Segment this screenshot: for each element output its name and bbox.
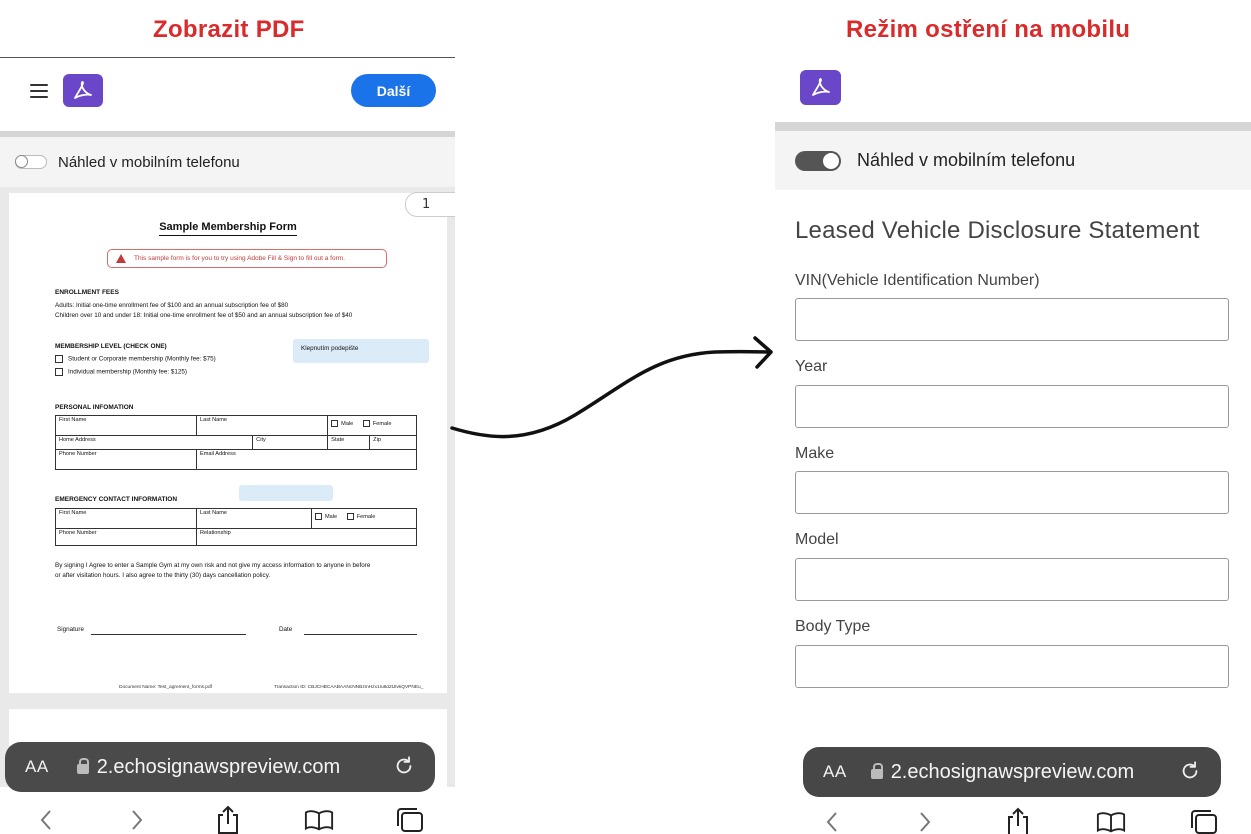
agreement-text: or after visitation hours. I also agree … bbox=[55, 572, 271, 579]
forward-icon[interactable] bbox=[122, 805, 152, 834]
vin-input[interactable] bbox=[795, 298, 1229, 341]
left-caption: Zobrazit PDF bbox=[153, 16, 305, 43]
back-icon[interactable] bbox=[31, 805, 61, 834]
right-phone-screen: Náhled v mobilním telefonu Leased Vehicl… bbox=[775, 57, 1251, 834]
lock-icon bbox=[76, 758, 89, 774]
date-label: Date bbox=[279, 626, 293, 633]
tabs-icon[interactable] bbox=[395, 805, 425, 834]
mobile-preview-row: Náhled v mobilním telefonu bbox=[775, 122, 1251, 190]
female-checkbox[interactable] bbox=[346, 513, 354, 520]
tap-to-sign-field[interactable]: Klepnutím podepište bbox=[293, 339, 429, 363]
personal-info-table: First Name Last Name Male Female Home Ad… bbox=[54, 415, 417, 470]
phone-cell[interactable]: Phone Number bbox=[55, 528, 197, 546]
enrollment-line: Adults: Initial one-time enrollment fee … bbox=[55, 302, 289, 309]
pdf-notice: This sample form is for you to try using… bbox=[107, 249, 387, 268]
year-label: Year bbox=[795, 358, 828, 375]
footer-document-name: Document Name: Test_agrement_forms.pdf bbox=[119, 685, 212, 690]
pdf-title: Sample Membership Form bbox=[9, 221, 447, 236]
pdf-page: Sample Membership Form This sample form … bbox=[9, 193, 447, 693]
share-icon[interactable] bbox=[213, 805, 243, 834]
forward-icon[interactable] bbox=[910, 807, 940, 834]
emergency-heading: EMERGENCY CONTACT INFORMATION bbox=[55, 496, 178, 503]
tabs-icon[interactable] bbox=[1189, 807, 1219, 834]
agreement-text: By signing I Agree to enter a Sample Gym… bbox=[55, 562, 371, 569]
model-input[interactable] bbox=[795, 558, 1229, 601]
text-size-button[interactable]: AA bbox=[823, 762, 847, 782]
highlighted-field[interactable] bbox=[239, 485, 333, 501]
city-cell[interactable]: City bbox=[252, 435, 329, 450]
browser-toolbar bbox=[0, 800, 455, 834]
back-icon[interactable] bbox=[817, 807, 847, 834]
body-type-label: Body Type bbox=[795, 618, 871, 635]
checkbox[interactable] bbox=[55, 368, 63, 376]
mobile-preview-toggle[interactable] bbox=[795, 150, 841, 171]
bookmarks-icon[interactable] bbox=[1096, 807, 1126, 834]
mobile-preview-toggle[interactable] bbox=[15, 155, 47, 169]
enrollment-line: Children over 10 and under 18: Initial o… bbox=[55, 312, 353, 319]
acrobat-logo-icon bbox=[63, 74, 103, 107]
mobile-form: Leased Vehicle Disclosure Statement VIN(… bbox=[775, 190, 1251, 750]
state-cell[interactable]: State bbox=[327, 435, 371, 450]
page-number-badge: 1 bbox=[405, 192, 455, 217]
address-bar[interactable]: AA 2.echosignawspreview.com bbox=[5, 742, 435, 792]
membership-option: Individual membership (Monthly fee: $125… bbox=[55, 368, 187, 376]
male-checkbox[interactable] bbox=[331, 420, 339, 427]
home-address-cell[interactable]: Home Address bbox=[54, 435, 254, 450]
mobile-preview-label: Náhled v mobilním telefonu bbox=[857, 150, 1076, 170]
year-input[interactable] bbox=[795, 385, 1229, 428]
membership-heading: MEMBERSHIP LEVEL (CHECK ONE) bbox=[55, 343, 167, 350]
pdf-viewer[interactable]: Sample Membership Form This sample form … bbox=[0, 187, 455, 789]
phone-cell[interactable]: Phone Number bbox=[55, 449, 197, 470]
enrollment-heading: ENROLLMENT FEES bbox=[55, 289, 119, 296]
personal-heading: PERSONAL INFOMATION bbox=[55, 404, 134, 411]
gender-cell: Male Female bbox=[327, 415, 417, 436]
male-checkbox[interactable] bbox=[315, 513, 322, 520]
make-input[interactable] bbox=[795, 471, 1229, 514]
reload-icon[interactable] bbox=[1179, 760, 1201, 782]
transition-arrow-icon bbox=[450, 336, 773, 439]
checkbox[interactable] bbox=[55, 355, 63, 363]
mobile-preview-label: Náhled v mobilním telefonu bbox=[58, 153, 240, 171]
first-name-cell[interactable]: First Name bbox=[55, 508, 197, 529]
reload-icon[interactable] bbox=[393, 755, 415, 777]
signature-line[interactable] bbox=[91, 634, 246, 635]
emergency-contact-table: First Name Last Name Male Female Phone N… bbox=[55, 508, 417, 546]
acrobat-logo-icon bbox=[800, 70, 841, 105]
email-cell[interactable]: Email Address bbox=[196, 449, 417, 470]
last-name-cell[interactable]: Last Name bbox=[195, 415, 329, 436]
signature-label: Signature bbox=[57, 626, 84, 633]
lock-icon bbox=[870, 763, 883, 779]
zip-cell[interactable]: Zip bbox=[369, 435, 417, 450]
url-text: 2.echosignawspreview.com bbox=[890, 760, 1135, 783]
first-name-cell[interactable]: First Name bbox=[55, 415, 197, 436]
last-name-cell[interactable]: Last Name bbox=[196, 508, 312, 529]
app-header: Další bbox=[0, 58, 455, 124]
mobile-preview-row: Náhled v mobilním telefonu bbox=[0, 131, 455, 187]
url-text: 2.echosignawspreview.com bbox=[96, 755, 341, 778]
vin-label: VIN(Vehicle Identification Number) bbox=[795, 272, 1040, 289]
hamburger-menu-icon[interactable] bbox=[30, 84, 48, 98]
address-bar[interactable]: AA 2.echosignawspreview.com bbox=[803, 747, 1221, 797]
browser-toolbar bbox=[785, 802, 1251, 834]
relationship-cell[interactable]: Relationship bbox=[196, 528, 417, 546]
right-caption: Režim ostření na mobilu bbox=[846, 16, 1131, 43]
make-label: Make bbox=[795, 445, 835, 462]
membership-option: Student or Corporate membership (Monthly… bbox=[55, 355, 216, 363]
left-phone-screen: Další Náhled v mobilním telefonu Sample … bbox=[0, 57, 455, 834]
share-icon[interactable] bbox=[1003, 807, 1033, 834]
form-title: Leased Vehicle Disclosure Statement bbox=[795, 217, 1200, 244]
app-header bbox=[775, 57, 1251, 123]
model-label: Model bbox=[795, 531, 839, 548]
body-type-input[interactable] bbox=[795, 645, 1229, 688]
gender-cell: Male Female bbox=[311, 508, 417, 529]
bookmarks-icon[interactable] bbox=[304, 805, 334, 834]
warning-icon bbox=[116, 254, 126, 263]
text-size-button[interactable]: AA bbox=[25, 757, 49, 777]
female-checkbox[interactable] bbox=[362, 420, 370, 427]
date-line[interactable] bbox=[304, 634, 417, 635]
footer-transaction-id: Transaction ID: CBJCHBCAABAANcNNBzmHzx1I… bbox=[274, 685, 424, 690]
next-button[interactable]: Další bbox=[351, 74, 436, 107]
